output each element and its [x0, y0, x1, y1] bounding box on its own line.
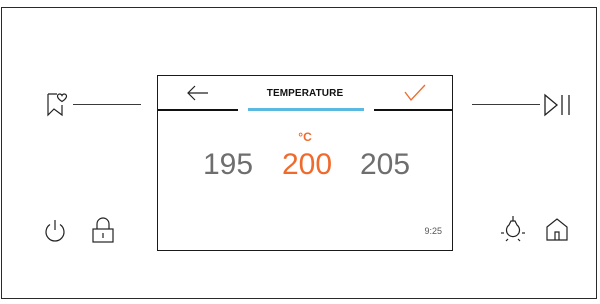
home-icon[interactable] [544, 216, 570, 242]
light-icon[interactable] [498, 214, 528, 244]
value-selected[interactable]: 200 [282, 150, 332, 180]
value-left[interactable]: 195 [203, 150, 253, 180]
header-underline-right [374, 109, 452, 111]
oven-control-panel: TEMPERATURE °C 190 195 200 205 210 9:25 [1, 7, 597, 299]
divider-right [472, 104, 540, 105]
temperature-unit: °C [298, 130, 312, 144]
header-underline-left [158, 109, 238, 111]
play-pause-icon[interactable] [543, 93, 573, 117]
power-icon[interactable] [42, 218, 68, 244]
temperature-display-screen: TEMPERATURE °C 190 195 200 205 210 9:25 [157, 75, 453, 251]
clock: 9:25 [424, 226, 442, 236]
divider-left [73, 104, 141, 105]
selection-indicator [248, 108, 364, 111]
value-right[interactable]: 205 [360, 150, 410, 180]
checkmark-icon[interactable] [403, 83, 427, 103]
bookmark-heart-icon[interactable] [45, 92, 71, 118]
lock-icon[interactable] [90, 216, 116, 244]
